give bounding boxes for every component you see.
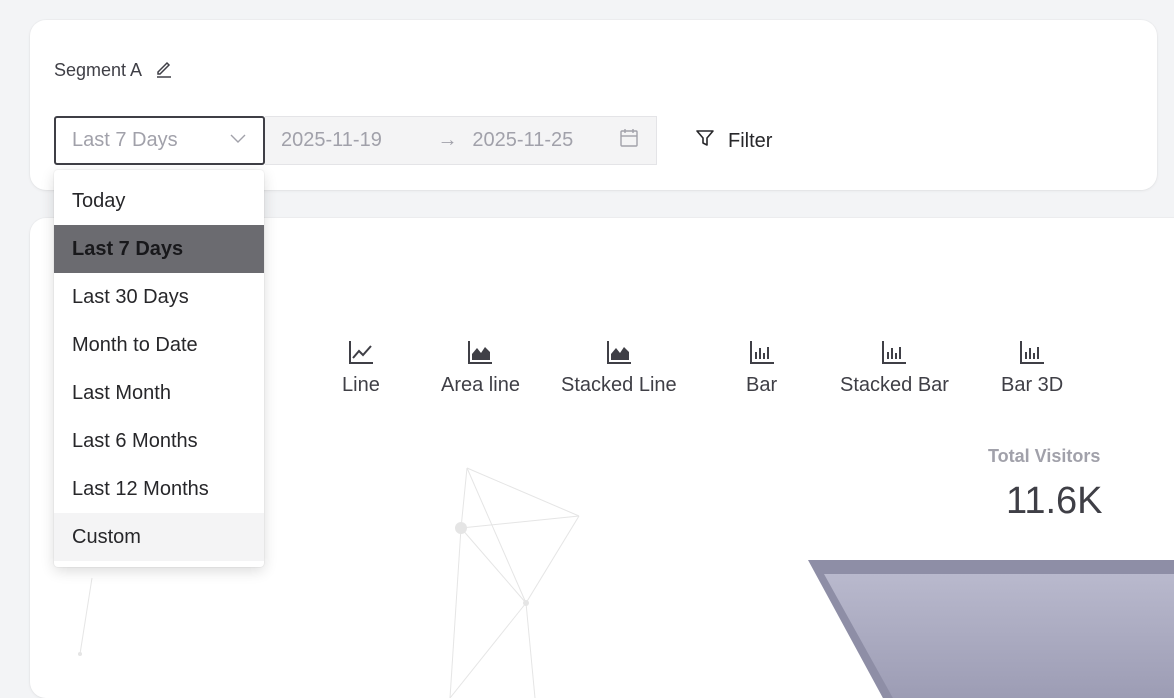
filter-button[interactable]: Filter bbox=[694, 126, 772, 156]
dropdown-option-last-6-months[interactable]: Last 6 Months bbox=[54, 417, 264, 465]
calendar-icon bbox=[612, 127, 640, 155]
bar-chart-icon bbox=[1018, 338, 1046, 374]
chart-type-area-line[interactable]: Area line bbox=[441, 338, 520, 397]
area-chart-icon bbox=[466, 338, 494, 374]
dropdown-option-last-7-days[interactable]: Last 7 Days bbox=[54, 225, 264, 273]
chart-type-label: Area line bbox=[441, 374, 520, 396]
dropdown-option-last-12-months[interactable]: Last 12 Months bbox=[54, 465, 264, 513]
chart-type-label: Bar 3D bbox=[1001, 374, 1064, 396]
chart-type-bar[interactable]: Bar bbox=[746, 338, 777, 397]
date-range-dropdown: Today Last 7 Days Last 30 Days Month to … bbox=[54, 170, 264, 567]
date-range-select-value: Last 7 Days bbox=[72, 129, 178, 151]
start-date[interactable]: 2025-11-19 bbox=[281, 129, 423, 152]
end-date[interactable]: 2025-11-25 bbox=[472, 129, 612, 152]
dropdown-option-month-to-date[interactable]: Month to Date bbox=[54, 321, 264, 369]
chevron-down-icon bbox=[229, 129, 247, 153]
chart-type-label: Bar bbox=[746, 374, 778, 396]
dropdown-option-custom[interactable]: Custom bbox=[54, 513, 264, 561]
segment-card: Segment A Last 7 Days 2025-11-19 → 2025-… bbox=[30, 20, 1157, 190]
dropdown-option-today[interactable]: Today bbox=[54, 177, 264, 225]
chart-type-label: Stacked Bar bbox=[840, 374, 949, 396]
chart-type-label: Stacked Line bbox=[561, 374, 677, 396]
chart-type-bar-3d[interactable]: Bar 3D bbox=[1001, 338, 1063, 397]
dropdown-option-last-month[interactable]: Last Month bbox=[54, 369, 264, 417]
filter-icon bbox=[694, 127, 716, 155]
chart-type-label: Line bbox=[342, 374, 380, 396]
bar-chart-icon bbox=[748, 338, 776, 374]
edit-icon[interactable] bbox=[154, 58, 174, 83]
chart-type-stacked-line[interactable]: Stacked Line bbox=[561, 338, 677, 397]
date-range-select[interactable]: Last 7 Days bbox=[54, 116, 265, 165]
segment-name: Segment A bbox=[54, 60, 143, 80]
filter-label: Filter bbox=[728, 129, 773, 152]
line-chart-icon bbox=[347, 338, 375, 374]
chart-type-stacked-bar[interactable]: Stacked Bar bbox=[840, 338, 949, 397]
chart-type-line[interactable]: Line bbox=[342, 338, 380, 397]
segment-title: Segment A bbox=[54, 58, 174, 83]
dropdown-option-last-30-days[interactable]: Last 30 Days bbox=[54, 273, 264, 321]
area-chart-icon bbox=[605, 338, 633, 374]
kpi-value: 11.6K bbox=[1006, 480, 1103, 522]
date-range-picker[interactable]: 2025-11-19 → 2025-11-25 bbox=[265, 116, 657, 165]
kpi-label: Total Visitors bbox=[988, 446, 1101, 466]
bar-chart-icon bbox=[880, 338, 908, 374]
arrow-right-icon: → bbox=[437, 129, 458, 151]
funnel-chart bbox=[808, 560, 1174, 698]
